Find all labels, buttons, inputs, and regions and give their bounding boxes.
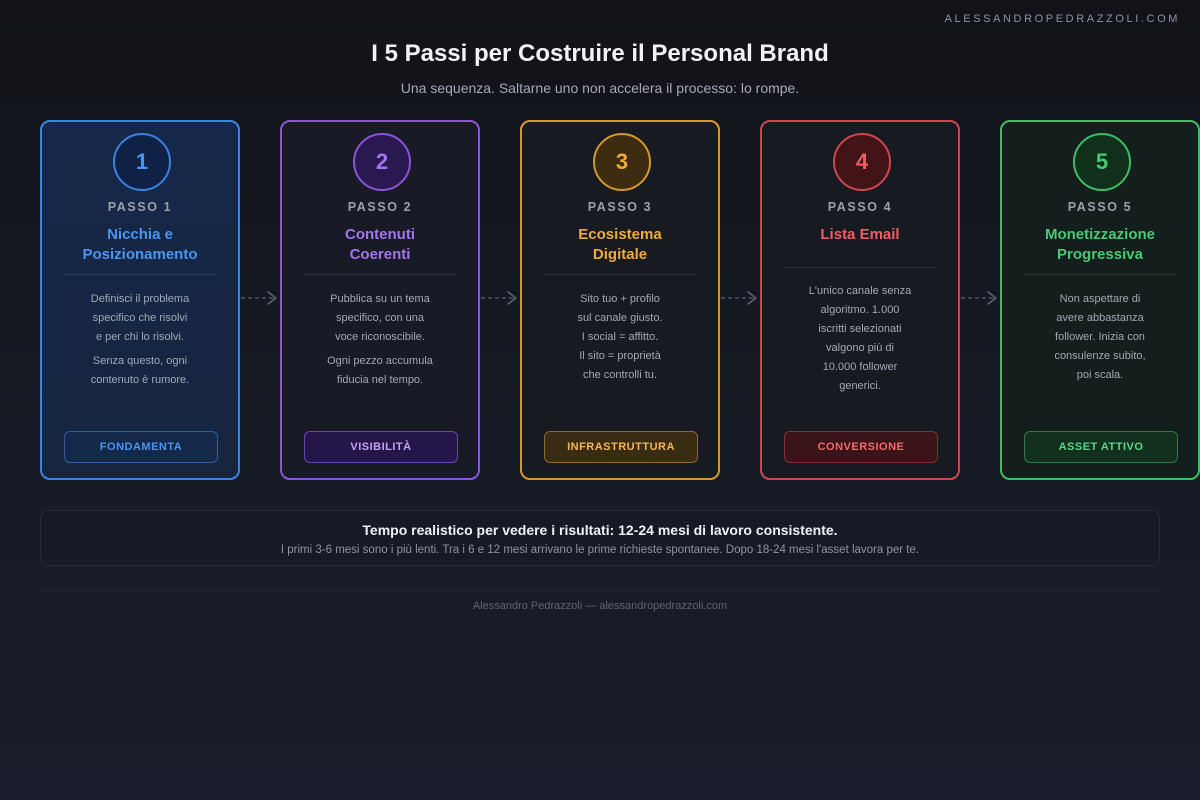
step-tag: INFRASTRUTTURA <box>544 431 698 463</box>
description-paragraph: Ogni pezzo accumula fiducia nel tempo. <box>327 355 433 386</box>
step-description: Sito tuo + profilo sul canale giusto. I so… <box>538 290 702 385</box>
step-number-badge: 5 <box>1073 133 1131 191</box>
page-title: I 5 Passi per Costruire il Personal Bran… <box>371 40 829 67</box>
description-paragraph: Pubblica su un tema specifico, con una voc… <box>330 293 430 343</box>
step-description: Definisci il problema specifico che risol… <box>58 290 222 390</box>
step-title: Ecosistema Digitale <box>578 226 662 263</box>
arrow-right-icon <box>481 291 517 305</box>
step-card-1: 1 PASSO 1 Nicchia e Posizionamento Defini… <box>40 120 240 480</box>
step-number-badge: 3 <box>593 133 651 191</box>
page-subtitle: Una sequenza. Saltarne uno non accelera … <box>400 80 800 96</box>
step-label: PASSO 3 <box>587 200 653 214</box>
arrow-right-icon <box>721 291 757 305</box>
step-tag: FONDAMENTA <box>64 431 218 463</box>
description-paragraph: Definisci il problema specifico che risol… <box>90 293 190 343</box>
description-paragraph: Non aspettare di avere abbastanza follower… <box>1054 293 1146 381</box>
description-paragraph: L'unico canale senza algoritmo. 1.000 iscr… <box>808 285 912 392</box>
divider <box>304 274 456 275</box>
step-tag: CONVERSIONE <box>784 431 938 463</box>
step-tag: VISIBILITÀ <box>304 431 458 463</box>
step-title: Contenuti Coerenti <box>345 226 415 263</box>
divider <box>784 267 936 268</box>
step-title: Monetizzazione Progressiva <box>1044 226 1155 263</box>
step-description: Pubblica su un tema specifico, con una voc… <box>298 290 462 390</box>
step-card-4: 4 PASSO 4 Lista Email L'unico canale sen… <box>760 120 960 480</box>
footer-divider <box>40 590 1160 591</box>
step-description: Non aspettare di avere abbastanza follower… <box>1018 290 1182 385</box>
step-title: Nicchia e Posizionamento <box>82 226 198 263</box>
step-label: PASSO 1 <box>107 200 173 214</box>
step-label: PASSO 4 <box>827 200 893 214</box>
step-card-3: 3 PASSO 3 Ecosistema Digitale Sito tuo + … <box>520 120 720 480</box>
summary-box: Tempo realistico per vedere i risultati:… <box>40 510 1160 566</box>
footer-credit: Alessandro Pedrazzoli — alessandropedraz… <box>472 600 728 612</box>
summary-detail: I primi 3-6 mesi sono i più lenti. Tra i… <box>280 544 920 556</box>
step-description: L'unico canale senza algoritmo. 1.000 iscr… <box>778 282 942 396</box>
step-card-2: 2 PASSO 2 Contenuti Coerenti Pubblica su … <box>280 120 480 480</box>
description-paragraph: Senza questo, ogni contenuto è rumore. <box>90 355 190 386</box>
step-label: PASSO 5 <box>1067 200 1133 214</box>
arrow-right-icon <box>961 291 997 305</box>
divider <box>544 274 696 275</box>
divider <box>64 274 216 275</box>
description-paragraph: Sito tuo + profilo sul canale giusto. I so… <box>577 293 663 381</box>
step-number-badge: 1 <box>113 133 171 191</box>
step-title: Lista Email <box>820 226 900 243</box>
divider <box>1024 274 1176 275</box>
summary-title: Tempo realistico per vedere i risultati:… <box>362 522 838 538</box>
step-label: PASSO 2 <box>347 200 413 214</box>
step-number-badge: 2 <box>353 133 411 191</box>
step-tag: ASSET ATTIVO <box>1024 431 1178 463</box>
arrow-right-icon <box>241 291 277 305</box>
brand-url: ALESSANDROPEDRAZZOLI.COM <box>944 13 1180 25</box>
step-number-badge: 4 <box>833 133 891 191</box>
step-card-5: 5 PASSO 5 Monetizzazione Progressiva Non … <box>1000 120 1200 480</box>
